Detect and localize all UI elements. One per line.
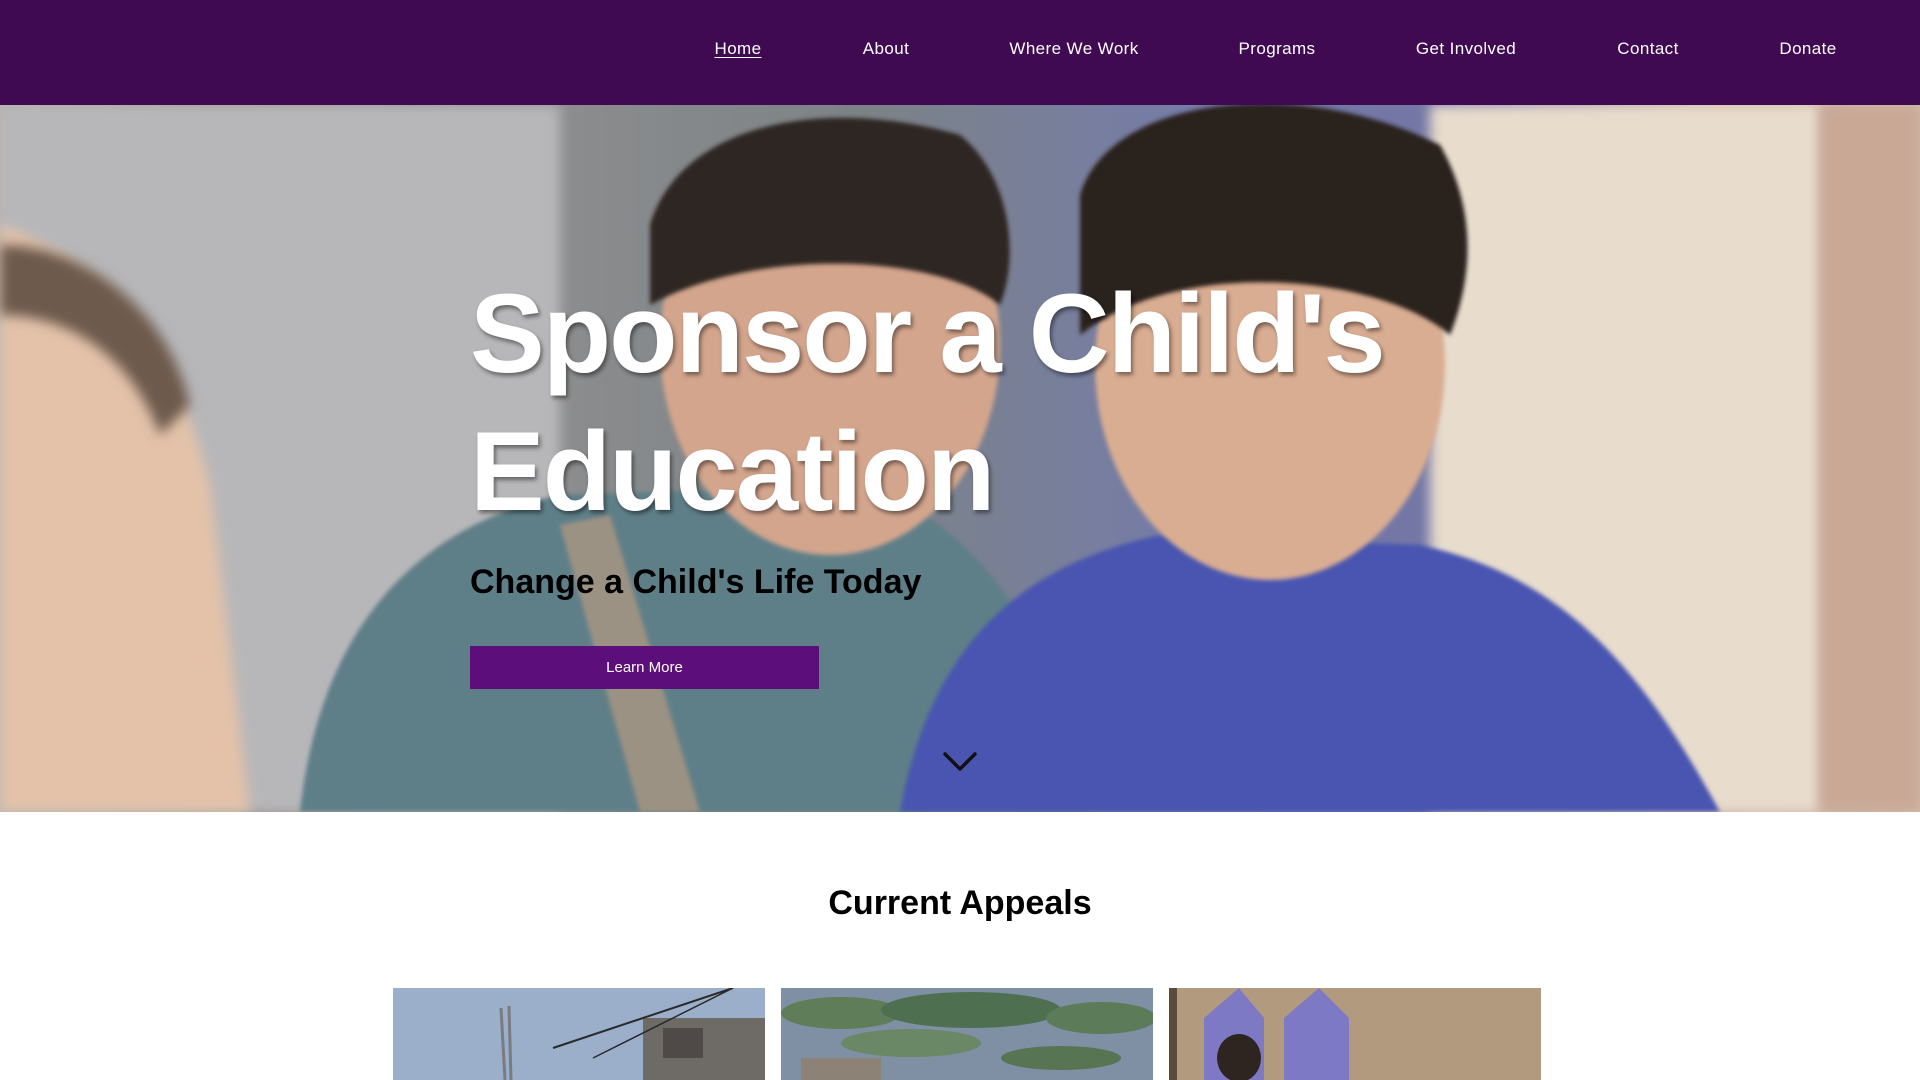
section-title: Current Appeals	[828, 884, 1092, 922]
nav-where-we-work[interactable]: Where We Work	[1009, 39, 1138, 59]
chevron-down-icon[interactable]	[942, 750, 978, 772]
hero-title: Sponsor a Child's Education	[470, 271, 1386, 534]
nav-programs[interactable]: Programs	[1239, 39, 1316, 59]
nav-get-involved[interactable]: Get Involved	[1416, 39, 1516, 59]
hero-subtitle: Change a Child's Life Today	[470, 563, 922, 601]
nav-about[interactable]: About	[863, 39, 909, 59]
appeal-card-image[interactable]	[781, 988, 1153, 1080]
nav-donate[interactable]: Donate	[1779, 39, 1836, 59]
hero-section: Sponsor a Child's Education Change a Chi…	[0, 105, 1920, 812]
appeal-card-image[interactable]	[393, 988, 765, 1080]
nav-home[interactable]: Home	[715, 39, 762, 59]
appeal-card-image[interactable]	[1169, 988, 1541, 1080]
learn-more-button[interactable]: Learn More	[470, 646, 819, 689]
top-navigation: Home About Where We Work Programs Get In…	[0, 0, 1920, 105]
nav-contact[interactable]: Contact	[1617, 39, 1678, 59]
